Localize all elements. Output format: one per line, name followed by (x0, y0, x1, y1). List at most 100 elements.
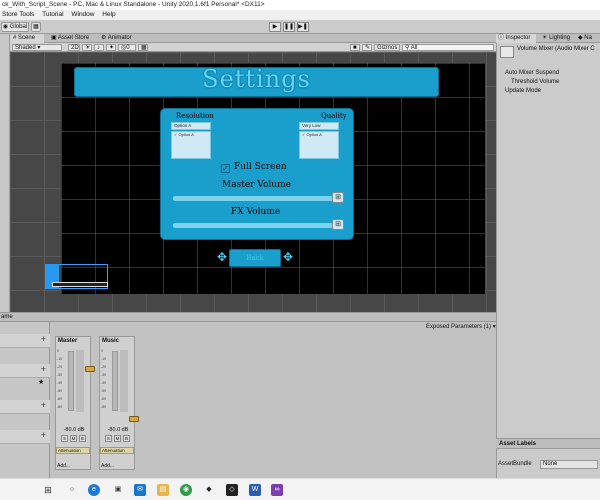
music-fader-track[interactable] (120, 350, 128, 412)
master-solo-button[interactable]: S (61, 435, 68, 442)
resolution-option[interactable]: ✓ Option A (174, 132, 194, 137)
menu-item-window[interactable]: Window (71, 11, 94, 18)
audio-toggle[interactable]: ♪ (94, 44, 104, 51)
music-bypass-button[interactable]: B (123, 435, 130, 442)
music-mute-button[interactable]: M (114, 435, 121, 442)
lighting-toggle[interactable]: ☀ (82, 44, 92, 51)
search-icon: ⚲ (405, 45, 410, 51)
chrome-icon[interactable]: ◉ (180, 484, 192, 496)
scale-label: -60 (101, 397, 107, 401)
tool-handle-button[interactable]: ▦ (31, 22, 41, 32)
navigation-icon: ◆ (578, 35, 583, 41)
mode-2d-toggle[interactable]: 2D (68, 44, 80, 51)
tab-asset-store-label: Asset Store (58, 35, 90, 41)
audio-mixer-tab-label[interactable]: ame (1, 313, 13, 322)
tab-navigation[interactable]: ◆ Na (576, 34, 600, 43)
tab-inspector[interactable]: ⓘ Inspector (496, 34, 536, 43)
fx-volume-handle[interactable]: ⊞ (332, 219, 344, 230)
pause-icon: ❚❚ (284, 24, 295, 30)
music-add-effect-button[interactable]: Add... (101, 463, 114, 469)
add-group-icon[interactable]: + (41, 400, 46, 410)
tab-scene[interactable]: # Scene (10, 34, 44, 43)
settings-panel: Resolution Quality Option A ✓ Option A V… (160, 108, 354, 240)
master-add-effect-button[interactable]: Add... (57, 463, 70, 469)
tab-lighting[interactable]: ☀ Lighting (540, 34, 574, 43)
edge-icon[interactable]: e (88, 484, 100, 496)
mixer-strip-master: Master 0 -10 -20 -30 -40 -50 -60 -80 -80… (55, 336, 95, 470)
grid-toggle[interactable]: ▦ (138, 44, 148, 51)
info-icon: ⓘ (498, 35, 505, 41)
visual-studio-icon[interactable]: ∞ (271, 484, 283, 496)
quality-option[interactable]: ✓ Option A (302, 132, 322, 137)
windows-taskbar: ⊞ ○ e ▣ ✉ ▤ ◉ ◆ ◇ W ∞ (0, 478, 600, 500)
music-attenuation-effect[interactable]: Attenuation (100, 447, 134, 454)
master-volume-label: Master Volume (222, 180, 291, 190)
global-toggle-button[interactable]: ◉ Global (1, 22, 29, 32)
master-fader-track[interactable] (76, 350, 84, 412)
unity-icon[interactable]: ◇ (226, 484, 238, 496)
fullscreen-checkbox[interactable]: ✓ (221, 164, 230, 173)
fullscreen-label: Full Screen (234, 162, 287, 172)
step-button[interactable]: ▶❚ (297, 22, 309, 32)
camera-toggle[interactable]: ■ (350, 44, 360, 51)
scale-label: 0 (101, 349, 103, 353)
tools-toggle[interactable]: ✎ (362, 44, 372, 51)
mixers-section: + (0, 334, 50, 348)
back-right-ornament-icon: ✥ (283, 250, 294, 264)
animator-icon: ⚙ (101, 35, 107, 41)
camera-icon: ■ (353, 45, 357, 51)
master-bypass-button[interactable]: B (79, 435, 86, 442)
mail-icon[interactable]: ✉ (134, 484, 146, 496)
search-icon[interactable]: ○ (66, 484, 78, 496)
tab-asset-store[interactable]: ▣ Asset Store (48, 34, 94, 43)
quality-dropdown-list[interactable]: ✓ Option A (299, 131, 339, 159)
inspector-panel (496, 34, 600, 478)
play-button[interactable]: ▶ (269, 22, 281, 32)
asset-labels-header[interactable]: Asset Labels (496, 438, 600, 449)
snapshot-star-icon[interactable]: ★ (38, 378, 44, 386)
menu-item-tutorial[interactable]: Tutorial (42, 11, 63, 18)
windows-icon[interactable]: ⊞ (42, 484, 54, 496)
exposed-parameters-dropdown[interactable]: Exposed Parameters (1) ▾ (426, 322, 496, 332)
shading-mode-dropdown[interactable]: Shaded ▾ (12, 44, 62, 51)
add-mixer-icon[interactable]: + (41, 334, 46, 344)
resolution-dropdown[interactable]: Option A (171, 122, 211, 130)
pause-button[interactable]: ❚❚ (283, 22, 295, 32)
music-db-scale: 0 -10 -20 -30 -40 -50 -60 -80 (101, 347, 106, 411)
quality-label: Quality (321, 112, 347, 120)
tab-animator[interactable]: ⚙ Animator (98, 34, 144, 43)
master-attenuation-effect[interactable]: Attenuation (56, 447, 90, 454)
fx-volume-slider[interactable] (173, 223, 333, 228)
hidden-layers-toggle[interactable]: ◎0 (118, 44, 136, 51)
music-fader-knob[interactable] (129, 416, 139, 422)
scene-view-canvas[interactable]: Settings Resolution Quality Option A ✓ O… (10, 52, 496, 312)
unity-hub-icon[interactable]: ◆ (203, 484, 215, 496)
main-toolbar: ◉ Global ▦ ▶ ❚❚ ▶❚ (0, 20, 600, 34)
quality-dropdown[interactable]: Very Low (299, 122, 339, 130)
menu-item-store-tools[interactable]: Store Tools (2, 11, 34, 18)
scale-label: -30 (57, 373, 63, 377)
gizmos-dropdown[interactable]: Gizmos ▾ (374, 44, 400, 58)
back-button[interactable]: Back (229, 249, 281, 267)
asset-bundle-dropdown[interactable]: None (540, 460, 598, 469)
scene-search-input[interactable]: ⚲ All (402, 44, 494, 51)
inspector-tab-bar: ⓘ Inspector ☀ Lighting ◆ Na (496, 34, 600, 43)
add-snapshot-icon[interactable]: + (41, 364, 46, 374)
inspector-component-title: Volume Mixer (Audio Mixer C (517, 46, 595, 52)
master-fader-knob[interactable] (85, 366, 95, 372)
master-mute-button[interactable]: M (70, 435, 77, 442)
store-icon[interactable]: ▣ (112, 484, 124, 496)
master-volume-slider[interactable] (173, 196, 333, 201)
word-icon[interactable]: W (249, 484, 261, 496)
menu-item-help[interactable]: Help (102, 11, 115, 18)
scale-label: -10 (101, 357, 107, 361)
effects-toggle[interactable]: ✦ (106, 44, 116, 51)
explorer-icon[interactable]: ▤ (157, 484, 169, 496)
scale-label: -80 (57, 405, 63, 409)
views-section: + (0, 430, 50, 444)
master-volume-handle[interactable]: ⊞ (332, 192, 344, 203)
music-solo-button[interactable]: S (105, 435, 112, 442)
add-view-icon[interactable]: + (41, 430, 46, 440)
effects-icon: ✦ (109, 45, 115, 51)
resolution-dropdown-list[interactable]: ✓ Option A (171, 131, 211, 159)
